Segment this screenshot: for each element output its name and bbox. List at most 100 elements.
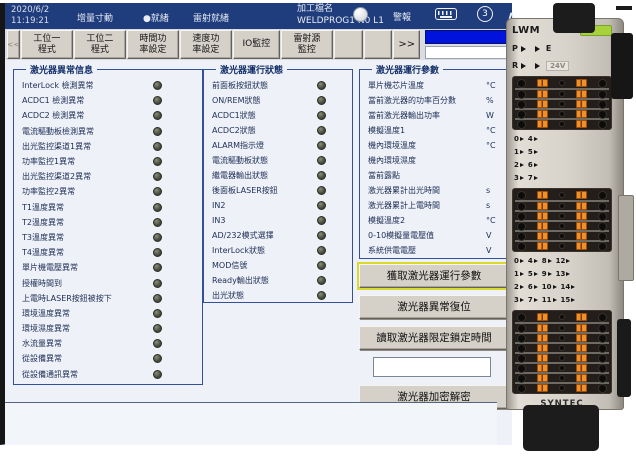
terminal-row — [515, 200, 609, 210]
tab-5[interactable]: IO監控 — [233, 30, 280, 59]
empty-field[interactable] — [425, 46, 512, 59]
laser-alarm-reset-button[interactable]: 激光器異常復位 — [359, 295, 509, 319]
terminal-orange-icon — [576, 354, 587, 362]
pin-labels-b: 0481215913261014371115 — [512, 254, 612, 306]
terminal-orange-icon — [537, 232, 548, 240]
screen: 2020/6/2 11:19:21 增量寸動 ●就緒 雷射就緒 加工檔名 WEL… — [0, 0, 636, 462]
module-io-row-2: R 24V — [512, 59, 612, 72]
module-io-row-1: P E — [512, 42, 612, 55]
terminal-screw-icon — [599, 385, 606, 392]
tab-1[interactable]: 工位一程式 — [21, 30, 73, 59]
terminal-screw-icon — [560, 92, 564, 96]
terminal-screw-icon — [599, 80, 606, 87]
terminal-screw-icon — [599, 233, 606, 240]
pin-label-row: 15 — [512, 145, 612, 158]
terminal-orange-icon — [537, 79, 548, 87]
get-laser-run-params-button[interactable]: 獲取激光器運行參數 — [359, 264, 509, 288]
terminal-screw-icon — [518, 223, 525, 230]
terminal-screw-icon — [560, 386, 564, 390]
status-label: 從設備異常 — [22, 353, 153, 364]
status-row: 從設備通訊異常 — [22, 367, 198, 382]
terminal-screw-icon — [518, 91, 525, 98]
module-model-label: LWM — [512, 25, 540, 36]
button-column: 獲取激光器運行參數 激光器異常復位 讀取激光器限定鎖定時間 激光器加密解密 — [359, 264, 509, 416]
param-label: 激光器累計上電時間 — [368, 200, 486, 211]
tabs-back-button[interactable]: << — [7, 30, 20, 59]
tab-6[interactable]: 雷射源監控 — [281, 30, 333, 59]
terminal-screw-icon — [518, 233, 525, 240]
alarm-label[interactable]: 警報 — [393, 10, 411, 23]
param-unit: V — [486, 231, 504, 240]
pin-label-row: 37 — [512, 171, 612, 184]
selected-field[interactable] — [425, 30, 512, 44]
pin-labels-a: 04152637 — [512, 132, 612, 184]
pin-arrow-icon — [534, 272, 538, 276]
terminal-orange-icon — [537, 334, 548, 342]
pin-arrow-icon — [520, 298, 524, 302]
pin-label-row: 371115 — [512, 293, 612, 306]
terminal-orange-icon — [576, 212, 587, 220]
jog-mode-label: 增量寸動 — [77, 11, 113, 24]
module-top-side-clip — [611, 33, 633, 99]
param-label: 系統供電電壓 — [368, 245, 486, 256]
status-lamp-icon — [353, 7, 368, 22]
pin-arrow-icon — [534, 176, 538, 180]
status-label: 前面板按鈕狀態 — [212, 80, 317, 91]
led-indicator-icon — [153, 96, 162, 105]
datetime: 2020/6/2 11:19:21 — [11, 5, 49, 26]
led-indicator-icon — [317, 276, 326, 285]
param-row: 模擬溫度1°C — [368, 123, 504, 138]
terminal-screw-icon — [599, 213, 606, 220]
terminal-row — [515, 362, 609, 372]
status-row: ACDC1 檢測異常 — [22, 93, 198, 108]
tab-3[interactable]: 時間功率設定 — [127, 30, 179, 59]
status-row: T2溫度異常 — [22, 215, 198, 230]
terminal-screw-icon — [599, 314, 606, 321]
param-row: 0-10模擬量電壓值V — [368, 228, 504, 243]
terminal-screw-icon — [560, 376, 564, 380]
tabs-forward-button[interactable]: >> — [393, 30, 420, 59]
terminal-screw-icon — [518, 80, 525, 87]
io-p-label: P — [512, 44, 518, 53]
terminal-orange-icon — [576, 90, 587, 98]
terminal-orange-icon — [537, 191, 548, 199]
led-indicator-icon — [153, 339, 162, 348]
terminal-row — [515, 382, 609, 392]
tab-strip: 工位一程式工位二程式時間功率設定速度功率設定IO監控雷射源監控 — [21, 30, 334, 59]
status-label: 出光監控渠道1異常 — [22, 141, 153, 152]
status-row: T1溫度異常 — [22, 200, 198, 215]
terminal-screw-icon — [560, 336, 564, 340]
terminal-screw-icon — [560, 112, 564, 116]
status-row: 水流量異常 — [22, 336, 198, 351]
panel-title: 激光器運行狀態 — [216, 63, 287, 76]
ready-bullet-icon: ● — [143, 14, 151, 24]
led-arrow-icon — [521, 63, 526, 69]
terminal-screw-icon — [599, 365, 606, 372]
terminal-screw-icon — [599, 111, 606, 118]
status-label: InterLock 檢測異常 — [22, 80, 153, 91]
time-label: 11:19:21 — [11, 16, 49, 27]
terminal-orange-icon — [576, 334, 587, 342]
terminal-screw-icon — [599, 121, 606, 128]
terminal-screw-icon — [599, 203, 606, 210]
terminal-group-2 — [512, 188, 612, 252]
terminal-orange-icon — [576, 384, 587, 392]
terminal-screw-icon — [518, 192, 525, 199]
panel-laser-run-status-body: 前面板按鈕狀態ON/REM狀態ACDC1狀態ACDC2狀態ALARM指示燈電流驅… — [212, 78, 348, 300]
pin-arrow-icon — [571, 298, 575, 302]
tab-2[interactable]: 工位二程式 — [74, 30, 126, 59]
terminal-orange-icon — [576, 364, 587, 372]
param-label: 模擬溫度1 — [368, 125, 486, 136]
tab-4[interactable]: 速度功率設定 — [180, 30, 232, 59]
keyboard-icon[interactable] — [435, 8, 457, 20]
laser-code-input[interactable] — [373, 357, 491, 377]
read-laser-lock-time-button[interactable]: 讀取激光器限定鎖定時間 — [359, 326, 509, 350]
status-label: 從設備通訊異常 — [22, 369, 153, 380]
status-row: ON/REM狀態 — [212, 93, 348, 108]
status-label: ON/REM狀態 — [212, 95, 317, 106]
status-label: T3溫度異常 — [22, 232, 153, 243]
module-face: LWM P E R 24V 04152637 04812159132610143… — [512, 23, 612, 409]
counter-icon[interactable]: 3 — [477, 6, 493, 22]
terminal-screw-icon — [518, 111, 525, 118]
led-indicator-icon — [153, 263, 162, 272]
